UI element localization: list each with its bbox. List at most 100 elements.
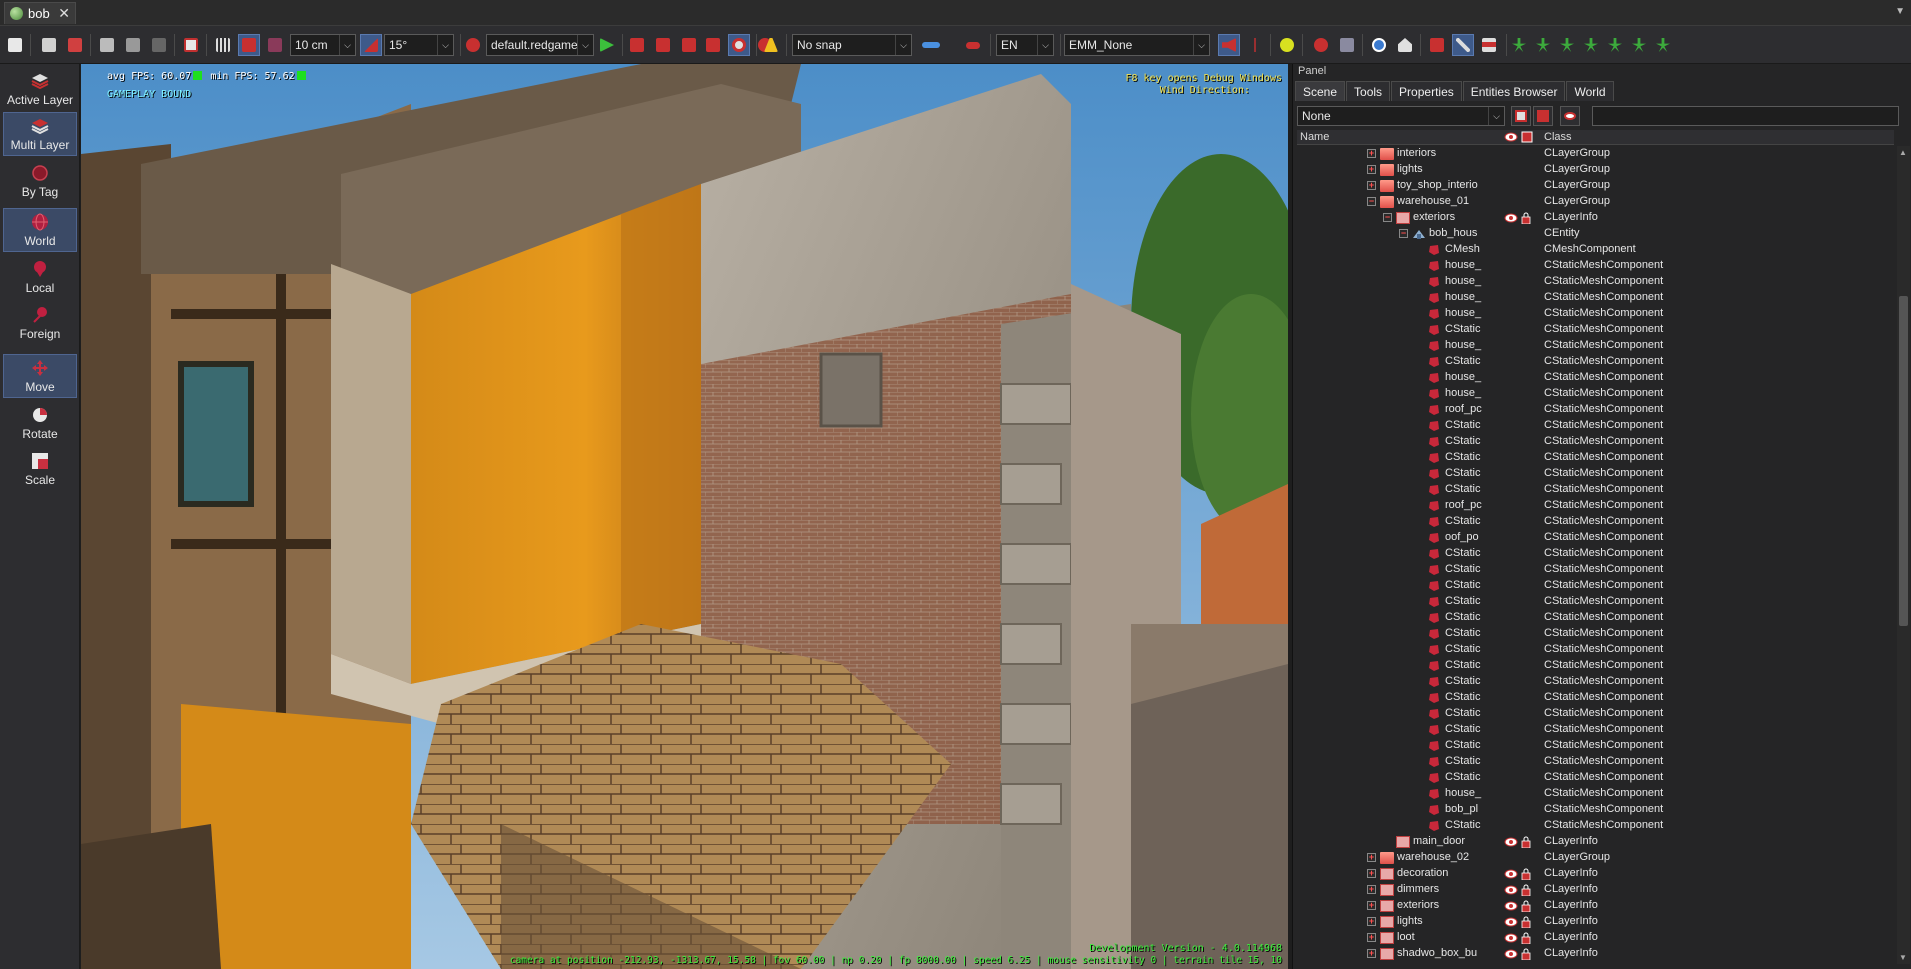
tree-row[interactable]: roof_pc CStaticMeshComponent — [1297, 402, 1894, 418]
visibility-eye-icon[interactable] — [1504, 932, 1518, 944]
character-icon-7[interactable] — [1652, 34, 1674, 56]
brush-icon[interactable] — [760, 34, 782, 56]
tree-row[interactable]: CStatic CStaticMeshComponent — [1297, 546, 1894, 562]
expand-icon[interactable]: + — [1367, 869, 1376, 878]
speaker-icon[interactable] — [1218, 34, 1240, 56]
visibility-eye-icon[interactable] — [1504, 948, 1518, 960]
scene-filter-select[interactable]: None ⌵ — [1297, 106, 1505, 126]
snap-mode-select[interactable]: No snap ⌵ — [792, 34, 912, 56]
character-icon-2[interactable] — [1532, 34, 1554, 56]
tree-row[interactable]: main_door CLayerInfo — [1297, 834, 1894, 850]
visibility-eye-icon[interactable] — [1504, 868, 1518, 880]
tree-row[interactable]: CStatic CStaticMeshComponent — [1297, 514, 1894, 530]
multi-layer-button[interactable]: Multi Layer — [3, 112, 77, 156]
character-icon-5[interactable] — [1604, 34, 1626, 56]
tree-row[interactable]: + shadwo_box_bu CLayerInfo — [1297, 946, 1894, 962]
tree-row[interactable]: CStatic CStaticMeshComponent — [1297, 738, 1894, 754]
filter-clear-icon[interactable] — [1533, 106, 1553, 126]
expand-icon[interactable]: + — [1367, 165, 1376, 174]
tree-row[interactable]: oof_po CStaticMeshComponent — [1297, 530, 1894, 546]
character-icon-1[interactable] — [1508, 34, 1530, 56]
compass-icon[interactable] — [1368, 34, 1390, 56]
paste-icon[interactable] — [122, 34, 144, 56]
lock-icon[interactable] — [1521, 916, 1531, 929]
visibility-eye-icon[interactable] — [1504, 836, 1518, 848]
tree-row[interactable]: house_ CStaticMeshComponent — [1297, 258, 1894, 274]
tree-row[interactable]: + decoration CLayerInfo — [1297, 866, 1894, 882]
grid-columns-icon[interactable] — [212, 34, 234, 56]
3d-viewport[interactable]: avg FPS: 60.07 min FPS: 57.62 GAMEPLAY B… — [81, 64, 1288, 969]
rotate-tool-button[interactable]: Rotate — [3, 400, 77, 444]
copy-icon[interactable] — [96, 34, 118, 56]
expand-icon[interactable]: + — [1367, 885, 1376, 894]
tree-row[interactable]: house_ CStaticMeshComponent — [1297, 370, 1894, 386]
entity-tool-icon-1[interactable] — [626, 34, 648, 56]
scroll-thumb[interactable] — [1899, 296, 1908, 626]
collapse-icon[interactable]: − — [1367, 197, 1376, 206]
tree-row[interactable]: CStatic CStaticMeshComponent — [1297, 818, 1894, 834]
expand-icon[interactable]: + — [1367, 901, 1376, 910]
tree-row[interactable]: house_ CStaticMeshComponent — [1297, 386, 1894, 402]
visibility-eye-icon[interactable] — [1504, 884, 1518, 896]
tree-row[interactable]: CStatic CStaticMeshComponent — [1297, 466, 1894, 482]
game-settings-icon[interactable] — [462, 34, 484, 56]
tree-row[interactable]: CStatic CStaticMeshComponent — [1297, 658, 1894, 674]
scroll-down-icon[interactable]: ▼ — [1899, 953, 1907, 962]
tree-row[interactable]: CStatic CStaticMeshComponent — [1297, 642, 1894, 658]
lips-icon[interactable] — [962, 34, 984, 56]
character-icon-4[interactable] — [1580, 34, 1602, 56]
tree-row[interactable]: CStatic CStaticMeshComponent — [1297, 690, 1894, 706]
tree-row[interactable]: + lights CLayerInfo — [1297, 914, 1894, 930]
tab-list-menu-icon[interactable]: ▼ — [1895, 6, 1905, 17]
tree-row[interactable]: CStatic CStaticMeshComponent — [1297, 610, 1894, 626]
lock-icon[interactable] — [1521, 884, 1531, 897]
tab-entities-browser[interactable]: Entities Browser — [1462, 81, 1566, 101]
visibility-eye-icon[interactable] — [1504, 212, 1518, 224]
expand-icon[interactable]: + — [1367, 949, 1376, 958]
new-document-icon[interactable] — [4, 34, 26, 56]
visibility-eye-icon[interactable] — [1504, 916, 1518, 928]
active-layer-button[interactable]: Active Layer — [3, 66, 77, 110]
tree-scrollbar[interactable]: ▲ ▼ — [1897, 146, 1910, 964]
layers-red-icon[interactable] — [1426, 34, 1448, 56]
tree-row[interactable]: bob_pl CStaticMeshComponent — [1297, 802, 1894, 818]
dice-icon[interactable] — [180, 34, 202, 56]
tree-row[interactable]: CStatic CStaticMeshComponent — [1297, 482, 1894, 498]
lock-icon[interactable] — [1521, 212, 1531, 225]
delete-icon[interactable] — [148, 34, 170, 56]
save-icon[interactable] — [38, 34, 60, 56]
tree-row[interactable]: house_ CStaticMeshComponent — [1297, 786, 1894, 802]
lock-icon[interactable] — [1521, 836, 1531, 849]
tree-row[interactable]: CStatic CStaticMeshComponent — [1297, 754, 1894, 770]
tree-row[interactable]: house_ CStaticMeshComponent — [1297, 290, 1894, 306]
tree-row[interactable]: − warehouse_01 CLayerGroup — [1297, 194, 1894, 210]
tree-row[interactable]: CStatic CStaticMeshComponent — [1297, 434, 1894, 450]
tab-world[interactable]: World — [1566, 81, 1614, 101]
lock-icon[interactable] — [1521, 948, 1531, 961]
collapse-icon[interactable]: − — [1383, 213, 1392, 222]
visibility-eye-icon[interactable] — [1504, 900, 1518, 912]
tree-row[interactable]: house_ CStaticMeshComponent — [1297, 338, 1894, 354]
scene-search-input[interactable] — [1592, 106, 1899, 126]
play-icon[interactable] — [596, 34, 618, 56]
stack-layers-icon[interactable] — [1478, 34, 1500, 56]
tree-row[interactable]: + interiors CLayerGroup — [1297, 146, 1894, 162]
tree-row[interactable]: − bob_hous CEntity — [1297, 226, 1894, 242]
scale-tool-button[interactable]: Scale — [3, 446, 77, 490]
move-tool-button[interactable]: Move — [3, 354, 77, 398]
expand-icon[interactable]: + — [1367, 149, 1376, 158]
tree-row[interactable]: CStatic CStaticMeshComponent — [1297, 322, 1894, 338]
tree-row[interactable]: + dimmers CLayerInfo — [1297, 882, 1894, 898]
save-all-icon[interactable] — [64, 34, 86, 56]
expand-icon[interactable]: + — [1367, 933, 1376, 942]
column-name[interactable]: Name — [1300, 131, 1329, 143]
tree-row[interactable]: + exteriors CLayerInfo — [1297, 898, 1894, 914]
tree-row[interactable]: CStatic CStaticMeshComponent — [1297, 626, 1894, 642]
tree-row[interactable]: CStatic CStaticMeshComponent — [1297, 674, 1894, 690]
snap-to-grid-icon[interactable] — [238, 34, 260, 56]
entity-tool-icon-2[interactable] — [652, 34, 674, 56]
tab-tools[interactable]: Tools — [1346, 81, 1391, 101]
language-select[interactable]: EN ⌵ — [996, 34, 1054, 56]
tree-row[interactable]: CStatic CStaticMeshComponent — [1297, 722, 1894, 738]
lock-icon[interactable] — [1521, 868, 1531, 881]
